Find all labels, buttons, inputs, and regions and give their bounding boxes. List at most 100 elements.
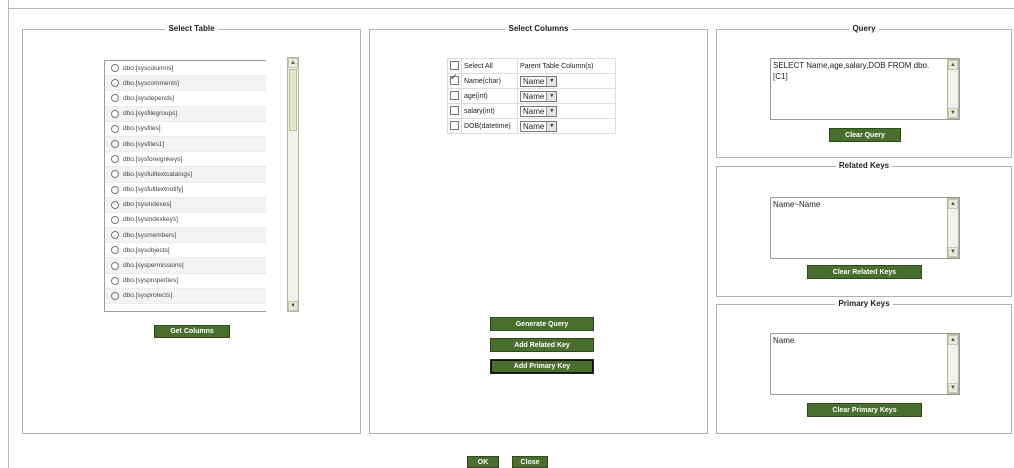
table-list-item[interactable]: dbo.[sysindexkeys] bbox=[105, 213, 266, 229]
primary-keys-scrollbar[interactable]: ▲ ▼ bbox=[947, 334, 959, 394]
parent-column-value: Name bbox=[523, 76, 545, 86]
chevron-down-icon[interactable]: ▼ bbox=[546, 91, 557, 101]
table-radio[interactable] bbox=[111, 79, 119, 88]
related-keys-legend: Related Keys bbox=[838, 161, 890, 170]
column-name-label: DOB(datetime) bbox=[464, 122, 511, 130]
table-name-label: dbo.[syscomments] bbox=[123, 79, 179, 87]
parent-column-select[interactable]: Name ▼ bbox=[520, 90, 558, 102]
close-button[interactable]: Close bbox=[512, 456, 548, 468]
table-list-item[interactable]: dbo.[sysforeignkeys] bbox=[105, 152, 266, 168]
parent-column-value: Name bbox=[523, 106, 545, 116]
table-list-item[interactable]: dbo.[syspermissions] bbox=[105, 258, 266, 274]
clear-query-button[interactable]: Clear Query bbox=[829, 128, 901, 142]
table-name-label: dbo.[sysfiles1] bbox=[123, 140, 165, 148]
table-list-item[interactable]: dbo.[sysobjects] bbox=[105, 243, 266, 259]
table-radio[interactable] bbox=[111, 170, 119, 179]
select-columns-legend: Select Columns bbox=[508, 24, 569, 33]
column-checkbox[interactable] bbox=[450, 105, 459, 115]
table-list-item[interactable]: dbo.[sysproperties] bbox=[105, 274, 266, 289]
table-radio[interactable] bbox=[111, 109, 119, 118]
table-name-label: dbo.[sysforeignkeys] bbox=[123, 155, 183, 163]
table-name-label: dbo.[syscolumns] bbox=[123, 64, 174, 72]
table-radio[interactable] bbox=[111, 215, 119, 224]
table-list-item[interactable]: dbo.[sysfulltextnotify] bbox=[105, 183, 266, 198]
table-radio[interactable] bbox=[111, 261, 119, 270]
table-radio[interactable] bbox=[111, 185, 119, 194]
column-checkbox[interactable] bbox=[450, 90, 459, 100]
column-row: Name(char) Name▼ bbox=[447, 73, 616, 89]
query-textarea[interactable]: SELECT Name,age,salary,DOB FROM dbo.[C1]… bbox=[770, 58, 960, 120]
ok-button[interactable]: OK bbox=[467, 456, 499, 468]
add-primary-key-button[interactable]: Add Primary Key bbox=[490, 359, 594, 374]
table-list-item[interactable]: dbo.[sysdepends] bbox=[105, 91, 266, 107]
related-keys-scrollbar[interactable]: ▲ ▼ bbox=[947, 198, 959, 258]
primary-keys-text: Name bbox=[773, 336, 795, 345]
table-radio[interactable] bbox=[111, 124, 119, 133]
scroll-down-icon[interactable]: ▼ bbox=[288, 301, 298, 311]
parent-column-select[interactable]: Name ▼ bbox=[520, 120, 558, 132]
scroll-up-icon[interactable]: ▲ bbox=[948, 60, 958, 70]
scroll-down-icon[interactable]: ▼ bbox=[948, 108, 958, 118]
columns-header-row: Select All Parent Table Column(s) bbox=[447, 58, 616, 74]
table-list-item[interactable]: dbo.[syscomments] bbox=[105, 76, 266, 92]
window-frame-left bbox=[8, 0, 9, 468]
parent-column-select[interactable]: Name ▼ bbox=[520, 105, 558, 117]
table-radio[interactable] bbox=[111, 246, 119, 255]
scroll-up-icon[interactable]: ▲ bbox=[948, 335, 958, 345]
table-list-item[interactable]: dbo.[sysindexes] bbox=[105, 197, 266, 213]
column-name-label: age(int) bbox=[464, 92, 488, 100]
table-name-label: dbo.[sysproperties] bbox=[123, 277, 178, 285]
table-radio[interactable] bbox=[111, 276, 119, 285]
table-radio[interactable] bbox=[111, 291, 119, 300]
query-text: SELECT Name,age,salary,DOB FROM dbo.[C1] bbox=[773, 61, 930, 81]
table-radio[interactable] bbox=[111, 140, 119, 149]
chevron-down-icon[interactable]: ▼ bbox=[546, 76, 557, 86]
clear-primary-keys-button[interactable]: Clear Primary Keys bbox=[807, 403, 922, 417]
table-name-label: dbo.[sysfulltextcatalogs] bbox=[123, 170, 193, 178]
table-name-label: dbo.[sysfilegroups] bbox=[123, 110, 178, 118]
table-list[interactable]: dbo.[syscolumns] dbo.[syscomments] dbo.[sy… bbox=[104, 60, 266, 312]
get-columns-button[interactable]: Get Columns bbox=[154, 325, 230, 338]
table-name-label: dbo.[sysobjects] bbox=[123, 246, 170, 254]
window-frame-top bbox=[8, 8, 1014, 9]
select-all-checkbox[interactable] bbox=[450, 60, 459, 70]
table-radio[interactable] bbox=[111, 64, 119, 73]
parent-column-value: Name bbox=[523, 91, 545, 101]
query-scrollbar[interactable]: ▲ ▼ bbox=[947, 59, 959, 119]
table-list-item[interactable]: dbo.[sysfilegroups] bbox=[105, 106, 266, 122]
query-legend: Query bbox=[852, 24, 876, 33]
table-name-label: dbo.[sysprotects] bbox=[123, 292, 173, 300]
table-list-item[interactable]: dbo.[sysprotects] bbox=[105, 288, 266, 304]
column-checkbox[interactable] bbox=[450, 120, 459, 130]
table-list-scrollbar[interactable]: ▲ ▼ bbox=[287, 57, 299, 312]
table-radio[interactable] bbox=[111, 200, 119, 209]
scroll-up-icon[interactable]: ▲ bbox=[288, 58, 298, 68]
column-checkbox[interactable] bbox=[450, 73, 459, 85]
table-list-item[interactable]: dbo.[sysfulltextcatalogs] bbox=[105, 167, 266, 183]
table-list-item[interactable]: dbo.[sysmembers] bbox=[105, 228, 266, 244]
table-radio[interactable] bbox=[111, 231, 119, 240]
select-table-legend: Select Table bbox=[168, 24, 215, 33]
columns-table: Select All Parent Table Column(s) Name(c… bbox=[447, 58, 616, 134]
table-name-label: dbo.[sysindexkeys] bbox=[123, 216, 178, 224]
table-list-item[interactable]: dbo.[sysfiles] bbox=[105, 122, 266, 137]
table-list-item[interactable]: dbo.[sysfiles1] bbox=[105, 136, 266, 153]
scroll-down-icon[interactable]: ▼ bbox=[948, 383, 958, 393]
generate-query-button[interactable]: Generate Query bbox=[490, 317, 594, 331]
chevron-down-icon[interactable]: ▼ bbox=[546, 106, 557, 116]
primary-keys-textarea[interactable]: Name ▲ ▼ bbox=[770, 333, 960, 395]
table-radio[interactable] bbox=[111, 94, 119, 103]
parent-column-select[interactable]: Name ▼ bbox=[520, 75, 558, 87]
scroll-down-icon[interactable]: ▼ bbox=[948, 247, 958, 257]
clear-related-keys-button[interactable]: Clear Related Keys bbox=[807, 265, 922, 279]
related-keys-textarea[interactable]: Name~Name ▲ ▼ bbox=[770, 197, 960, 259]
add-related-key-button[interactable]: Add Related Key bbox=[490, 338, 594, 352]
column-row: age(int) Name ▼ bbox=[447, 88, 616, 104]
scroll-up-icon[interactable]: ▲ bbox=[948, 199, 958, 209]
column-name-label: Name(char) bbox=[464, 77, 501, 85]
chevron-down-icon[interactable]: ▼ bbox=[546, 121, 557, 131]
scrollbar-thumb[interactable] bbox=[289, 69, 297, 131]
table-list-item[interactable]: dbo.[syscolumns] bbox=[105, 61, 266, 77]
parent-column-header: Parent Table Column(s) bbox=[520, 62, 594, 70]
table-radio[interactable] bbox=[111, 155, 119, 164]
